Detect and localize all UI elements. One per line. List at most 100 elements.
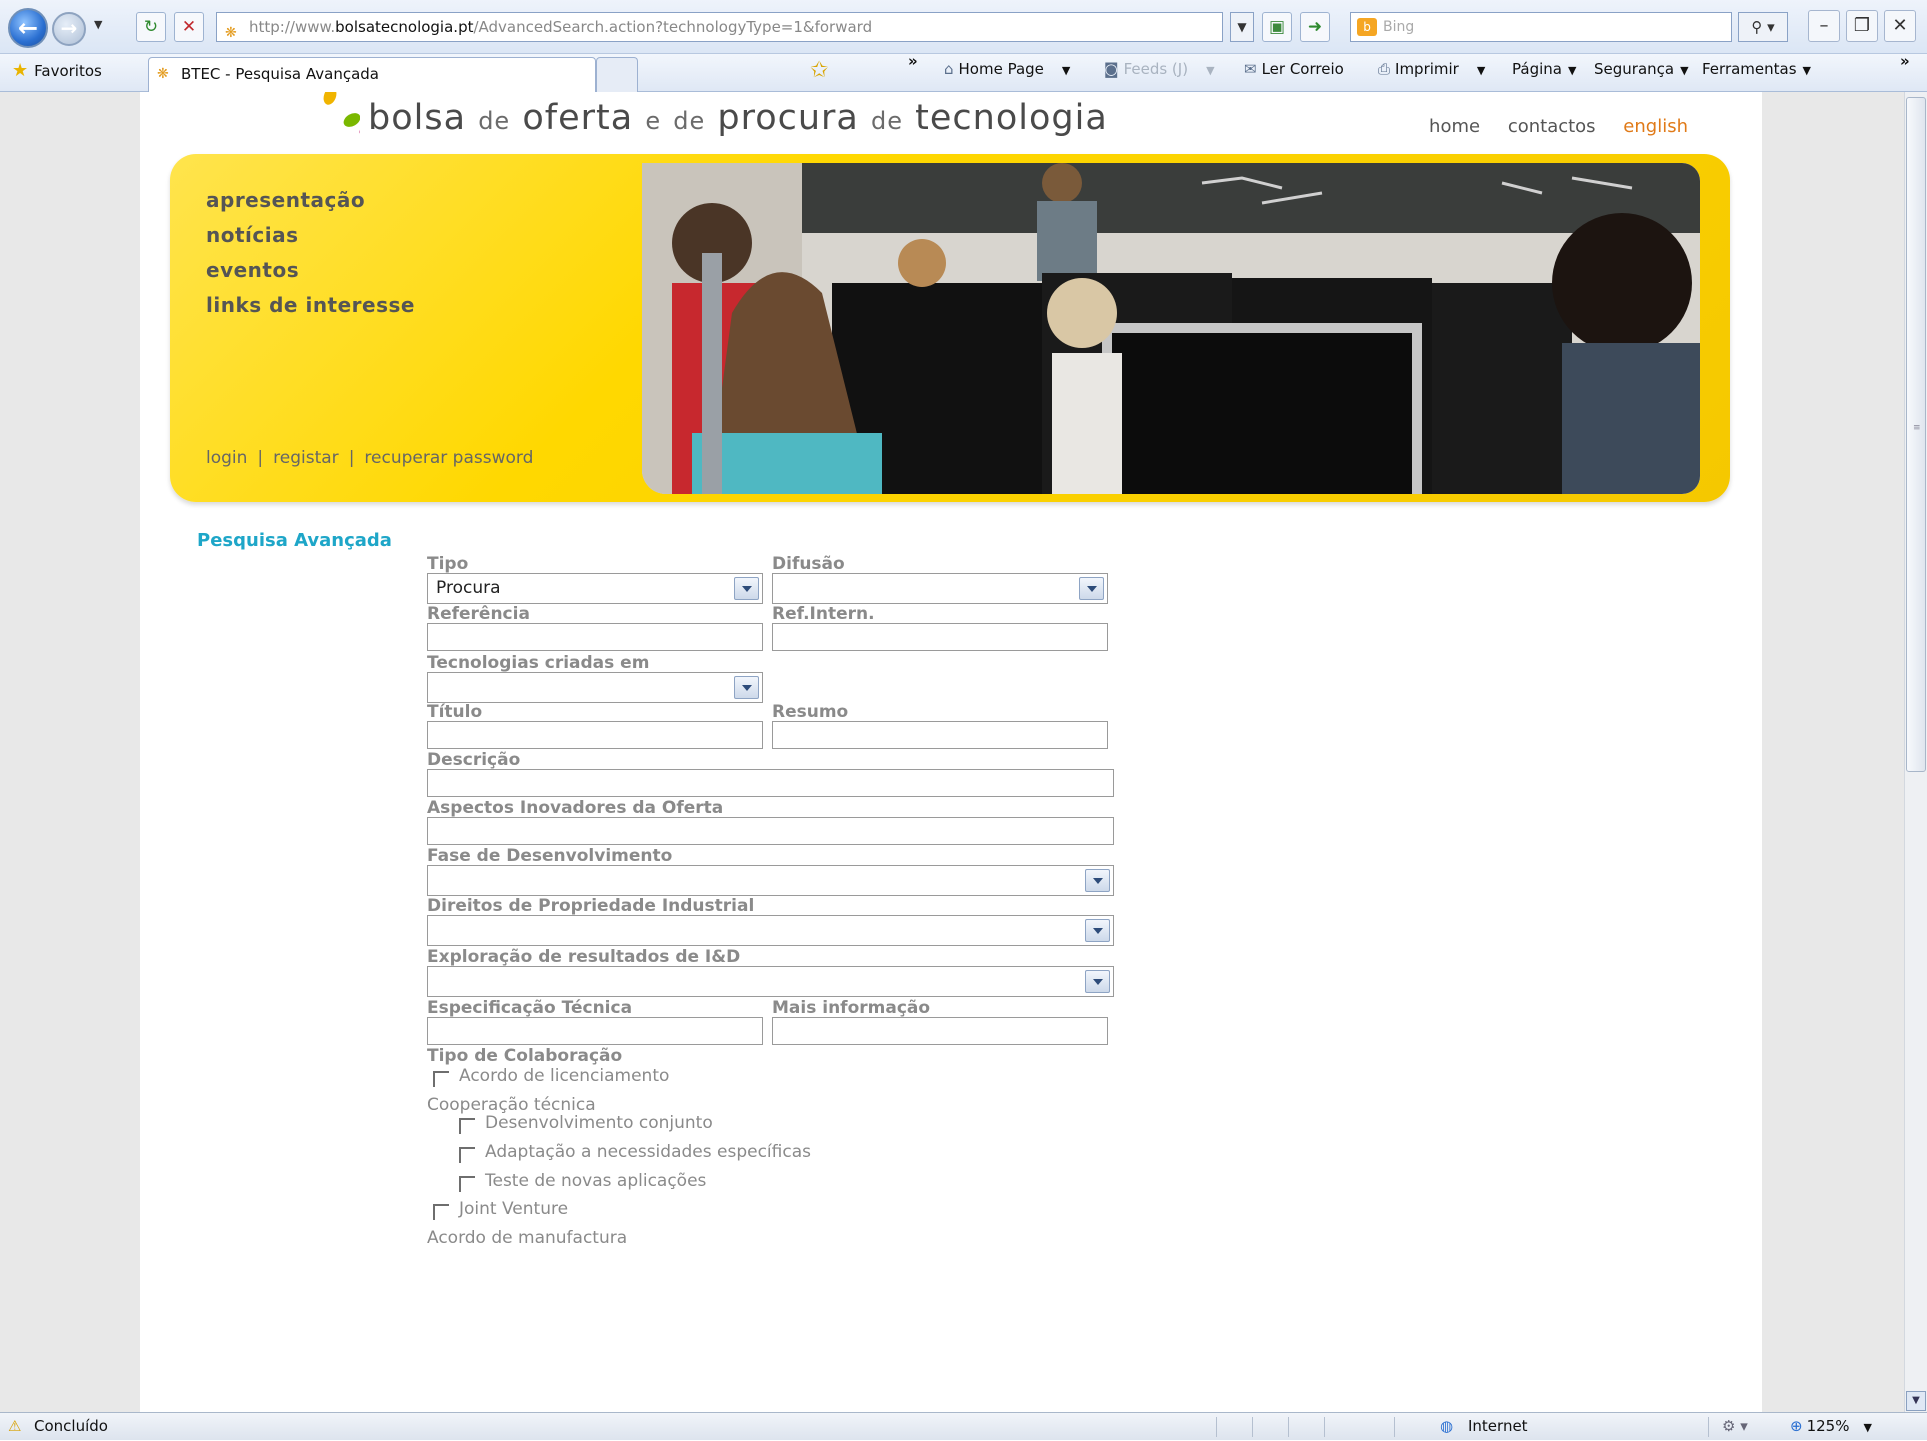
desenvolvimento-checkbox[interactable] (459, 1118, 475, 1134)
tipo-label: Tipo (427, 554, 469, 574)
header-banner: apresentação notícias eventos links de i… (170, 154, 1730, 502)
chevron-down-icon[interactable] (734, 577, 759, 600)
menu-item-noticias[interactable]: notícias (206, 223, 415, 247)
go-arrow-icon: ➜ (1307, 17, 1323, 37)
address-bar[interactable]: ❋ http://www.bolsatecnologia.pt/Advanced… (216, 12, 1223, 42)
feeds-button[interactable]: ◙ Feeds (J) ▼ (1104, 60, 1215, 78)
tab-title: BTEC - Pesquisa Avançada (181, 65, 379, 83)
vertical-scrollbar[interactable]: ≡ ▼ (1904, 92, 1927, 1412)
go-button[interactable]: ➜ (1300, 12, 1330, 42)
compatibility-view-button[interactable]: ▣ (1262, 12, 1292, 42)
menu-item-eventos[interactable]: eventos (206, 258, 415, 282)
resumo-input[interactable] (772, 721, 1108, 749)
close-window-button[interactable]: ✕ (1884, 10, 1916, 42)
menu-item-apresentacao[interactable]: apresentação (206, 188, 415, 212)
page-menu-button[interactable]: Página ▼ (1512, 60, 1576, 78)
print-button[interactable]: ⎙ Imprimir ▼ (1378, 60, 1485, 78)
tecnologias-select[interactable] (427, 672, 763, 703)
refresh-icon: ↻ (143, 17, 159, 37)
stop-icon: ✕ (181, 17, 197, 37)
descricao-label: Descrição (427, 750, 521, 770)
joint-venture-checkbox[interactable] (433, 1204, 449, 1220)
joint-venture-option[interactable]: Joint Venture (433, 1199, 568, 1220)
licenciamento-option[interactable]: Acordo de licenciamento (433, 1066, 669, 1087)
tipo-value: Procura (436, 578, 501, 598)
zoom-level: 125% (1806, 1417, 1850, 1435)
chevron-down-icon[interactable] (1085, 919, 1110, 942)
teste-checkbox[interactable] (459, 1176, 475, 1192)
minimize-button[interactable]: – (1808, 10, 1840, 42)
exploracao-select[interactable] (427, 966, 1114, 997)
referencia-label: Referência (427, 604, 530, 624)
aspectos-input[interactable] (427, 817, 1114, 845)
protected-mode-icon[interactable]: ⚙ ▾ (1722, 1413, 1748, 1439)
status-divider (1216, 1417, 1217, 1437)
desenvolvimento-option[interactable]: Desenvolvimento conjunto (459, 1113, 713, 1134)
home-page-button[interactable]: ⌂ Home Page ▼ (944, 60, 1070, 78)
licenciamento-label: Acordo de licenciamento (459, 1066, 670, 1086)
add-favorites-icon[interactable]: ✩ (810, 58, 828, 83)
tab-active[interactable]: ❋ BTEC - Pesquisa Avançada (148, 57, 596, 92)
especificacao-input[interactable] (427, 1017, 763, 1045)
mail-icon: ✉ (1244, 60, 1257, 78)
warning-icon: ⚠ (8, 1417, 22, 1435)
chevron-down-icon[interactable] (1079, 577, 1104, 600)
chevron-down-icon: ▼ (1206, 64, 1215, 77)
difusao-select[interactable] (772, 573, 1108, 604)
commandbar-overflow-chevron[interactable]: » (1900, 52, 1910, 70)
chevron-down-icon: ▼ (1912, 1395, 1920, 1406)
mais-info-input[interactable] (772, 1017, 1108, 1045)
english-link[interactable]: english (1623, 116, 1688, 137)
home-link[interactable]: home (1429, 116, 1480, 137)
licenciamento-checkbox[interactable] (433, 1071, 449, 1087)
titulo-input[interactable] (427, 721, 763, 749)
chevron-down-icon[interactable] (734, 676, 759, 699)
scrollbar-thumb[interactable]: ≡ (1906, 97, 1926, 772)
chevron-down-icon: ▼ (1680, 64, 1689, 77)
zoom-control[interactable]: ⊕ 125% ▼ (1790, 1413, 1872, 1441)
refresh-button[interactable]: ↻ (136, 12, 166, 42)
back-arrow-icon: ← (17, 14, 39, 42)
register-link[interactable]: registar (273, 448, 339, 468)
aspectos-label: Aspectos Inovadores da Oferta (427, 798, 724, 818)
favorites-button[interactable]: ★ Favoritos (12, 60, 102, 81)
back-button[interactable]: ← (8, 8, 48, 48)
menu-item-links[interactable]: links de interesse (206, 293, 415, 317)
chevron-down-icon[interactable] (1085, 869, 1110, 892)
adaptacao-checkbox[interactable] (459, 1147, 475, 1163)
search-button[interactable]: ⚲ ▾ (1738, 12, 1788, 42)
scroll-down-button[interactable]: ▼ (1906, 1391, 1926, 1411)
forward-button[interactable]: → (52, 12, 86, 46)
chevron-down-icon: ▼ (1476, 64, 1486, 77)
recover-password-link[interactable]: recuperar password (364, 448, 533, 468)
direitos-select[interactable] (427, 915, 1114, 946)
history-dropdown-icon[interactable]: ▼ (94, 18, 108, 32)
rss-icon: ◙ (1104, 60, 1119, 78)
site-name-word: tecnologia (915, 98, 1108, 138)
descricao-input[interactable] (427, 769, 1114, 797)
address-dropdown-button[interactable]: ▼ (1230, 12, 1254, 42)
grip-icon: ≡ (1913, 423, 1921, 433)
referencia-input[interactable] (427, 623, 763, 651)
url-domain: bolsatecnologia.pt (335, 18, 474, 36)
stop-button[interactable]: ✕ (174, 12, 204, 42)
status-divider (1708, 1417, 1709, 1437)
toolbar-overflow-chevron[interactable]: » (908, 52, 918, 70)
tipo-select[interactable]: Procura (427, 573, 763, 604)
chevron-down-icon[interactable] (1085, 970, 1110, 993)
new-tab-button[interactable] (596, 57, 638, 92)
ref-intern-input[interactable] (772, 623, 1108, 651)
adaptacao-option[interactable]: Adaptação a necessidades específicas (459, 1142, 811, 1163)
main-menu: apresentação notícias eventos links de i… (206, 188, 415, 328)
login-link[interactable]: login (206, 448, 247, 468)
direitos-label: Direitos de Propriedade Industrial (427, 896, 755, 916)
teste-option[interactable]: Teste de novas aplicações (459, 1171, 706, 1192)
tools-menu-button[interactable]: Ferramentas ▼ (1702, 60, 1811, 78)
safety-menu-button[interactable]: Segurança ▼ (1594, 60, 1689, 78)
site-favicon-icon: ❋ (225, 25, 237, 41)
search-input[interactable]: b Bing (1350, 12, 1732, 42)
contacts-link[interactable]: contactos (1508, 116, 1596, 137)
fase-select[interactable] (427, 865, 1114, 896)
read-mail-button[interactable]: ✉ Ler Correio (1244, 60, 1344, 78)
restore-button[interactable]: ❐ (1846, 10, 1878, 42)
